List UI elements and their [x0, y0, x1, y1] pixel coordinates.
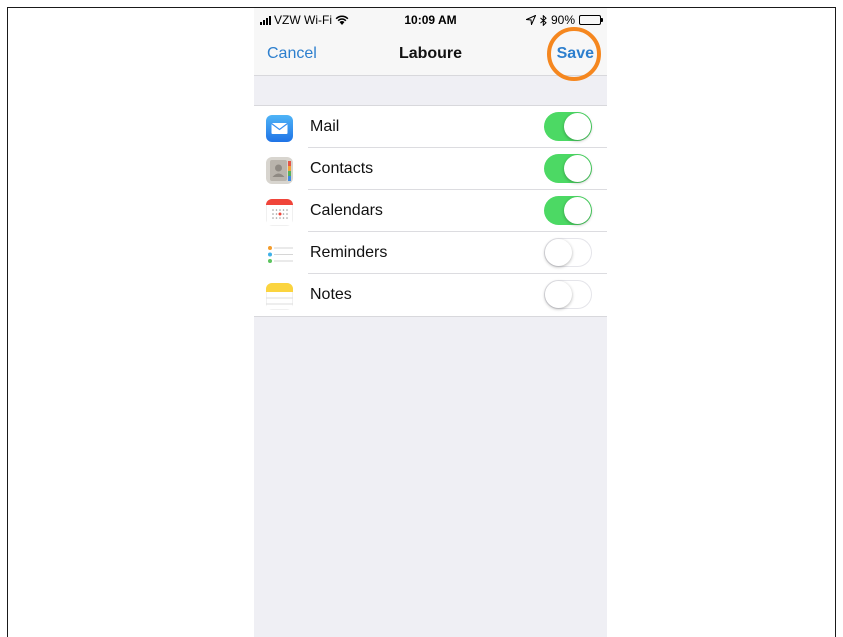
status-bar: VZW Wi-Fi 10:09 AM 90%	[254, 8, 607, 34]
account-services-list: Mail Contacts Calendars Reminders Notes	[254, 105, 607, 317]
contacts-icon	[266, 157, 293, 184]
notes-toggle[interactable]	[544, 280, 592, 309]
battery-icon	[579, 15, 603, 25]
status-right: 90%	[525, 13, 603, 27]
battery-percent: 90%	[550, 13, 575, 27]
page-title: Laboure	[398, 45, 463, 62]
list-item-label: Calendars	[310, 202, 383, 219]
navigation-bar: Cancel Laboure Save	[254, 34, 607, 76]
toggle-knob	[564, 113, 591, 140]
list-item-label: Contacts	[310, 160, 374, 177]
toggle-knob	[564, 197, 591, 224]
location-arrow-icon	[525, 15, 536, 25]
reminders-toggle[interactable]	[544, 238, 592, 267]
save-button[interactable]: Save	[557, 45, 594, 63]
list-item-label: Mail	[310, 118, 340, 135]
calendars-toggle[interactable]	[544, 196, 592, 225]
toggle-knob	[564, 155, 591, 182]
contacts-toggle[interactable]	[544, 154, 592, 183]
bluetooth-icon	[540, 14, 547, 26]
calendar-icon	[266, 199, 293, 226]
toggle-knob	[545, 239, 572, 266]
reminders-icon	[266, 241, 293, 268]
list-item-label: Notes	[310, 286, 352, 303]
list-item-calendars: Calendars	[254, 190, 607, 232]
list-item-contacts: Contacts	[254, 148, 607, 190]
toggle-knob	[545, 281, 572, 308]
notes-icon	[266, 283, 293, 310]
mail-toggle[interactable]	[544, 112, 592, 141]
list-item-notes: Notes	[254, 274, 607, 316]
list-item-reminders: Reminders	[254, 232, 607, 274]
phone-screen: VZW Wi-Fi 10:09 AM 90% Cancel Laboure Sa…	[254, 8, 607, 637]
list-item-label: Reminders	[310, 244, 388, 261]
list-item-mail: Mail	[254, 106, 607, 148]
mail-icon	[266, 115, 293, 142]
